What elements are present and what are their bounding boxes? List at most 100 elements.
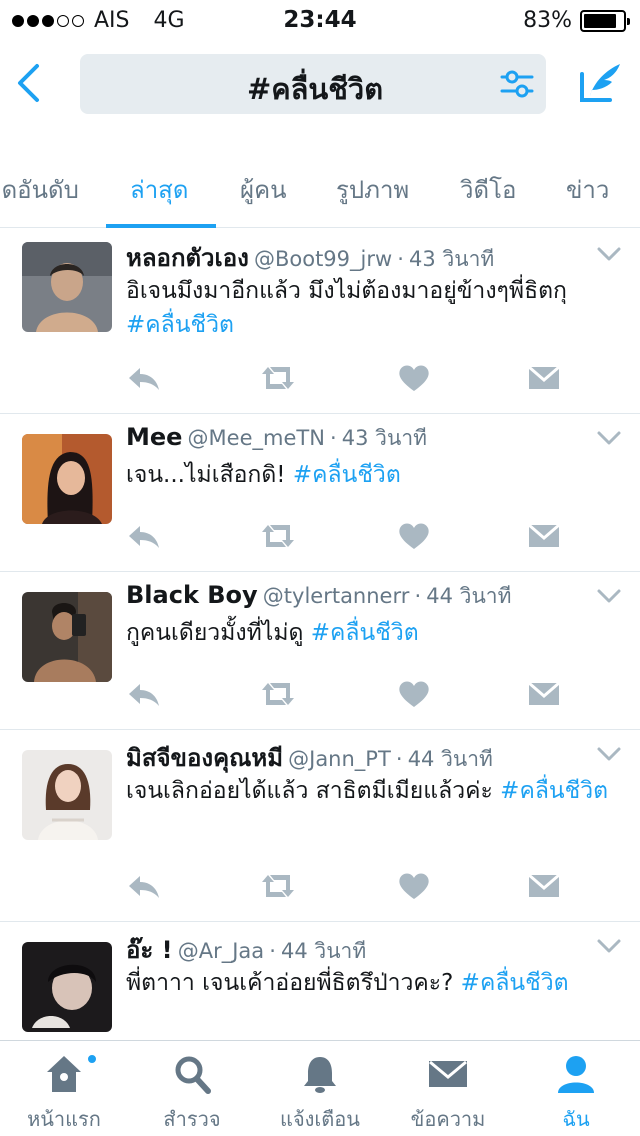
- tweet-header: Mee @Mee_meTN · 43 วินาที: [126, 422, 590, 455]
- meta-separator: ·: [330, 426, 337, 450]
- chevron-down-icon[interactable]: [596, 744, 622, 764]
- tab-me-label: ฉัน: [562, 1107, 590, 1131]
- like-icon[interactable]: [396, 362, 432, 394]
- display-name[interactable]: Mee: [126, 423, 182, 451]
- retweet-icon[interactable]: [260, 678, 296, 710]
- search-icon: [175, 1056, 211, 1094]
- tweet-body: เจนเลิกอ่อยได้แล้ว สาธิตมีเมียแล้วค่ะ: [126, 778, 501, 804]
- compose-tweet-button[interactable]: [576, 60, 624, 108]
- tab-explore[interactable]: สำรวจ: [128, 1041, 256, 1136]
- avatar[interactable]: [22, 592, 112, 682]
- tweet-header: หลอกตัวเอง @Boot99_jrw · 43 วินาที: [126, 238, 590, 277]
- reply-icon[interactable]: [126, 870, 162, 902]
- user-handle[interactable]: @Boot99_jrw: [254, 247, 392, 271]
- display-name[interactable]: มิสจีของคุณหมี: [126, 744, 283, 772]
- chevron-down-icon[interactable]: [596, 936, 622, 956]
- tweet-time: 44 วินาที: [426, 584, 512, 608]
- reply-icon[interactable]: [126, 678, 162, 710]
- tab-messages-label: ข้อความ: [410, 1107, 486, 1131]
- hashtag-link[interactable]: #คลื่นชีวิต: [461, 970, 569, 996]
- avatar[interactable]: [22, 242, 112, 332]
- like-icon[interactable]: [396, 870, 432, 902]
- tweet-header: อ๊ะ ! @Ar_Jaa · 44 วินาที: [126, 930, 590, 969]
- tab-videos[interactable]: วิดีโอ: [460, 170, 516, 209]
- reply-icon[interactable]: [126, 362, 162, 394]
- tab-photos[interactable]: รูปภาพ: [336, 170, 409, 209]
- search-tabs: ติดอันดับ ล่าสุด ผู้คน รูปภาพ วิดีโอ ข่า…: [0, 130, 640, 228]
- tweet-card[interactable]: มิสจีของคุณหมี @Jann_PT · 44 วินาที เจนเ…: [0, 730, 640, 922]
- tab-explore-label: สำรวจ: [163, 1107, 221, 1131]
- chevron-down-icon[interactable]: [596, 428, 622, 448]
- tab-top[interactable]: ติดอันดับ: [0, 170, 79, 209]
- avatar[interactable]: [22, 434, 112, 524]
- bottom-tab-bar: หน้าแรก สำรวจ แจ้งเตือน ข้อความ ฉัน: [0, 1040, 640, 1136]
- tweet-text: เจนเลิกอ่อยได้แล้ว สาธิตมีเมียแล้วค่ะ #ค…: [126, 774, 618, 808]
- meta-separator: ·: [414, 584, 422, 608]
- tweet-actions: [126, 362, 560, 396]
- tweet-actions: [126, 870, 560, 904]
- tweet-card[interactable]: Black Boy @tylertannerr · 44 วินาที กูคน…: [0, 572, 640, 730]
- hashtag-link[interactable]: #คลื่นชีวิต: [311, 620, 419, 646]
- tweet-card[interactable]: หลอกตัวเอง @Boot99_jrw · 43 วินาที อิเจน…: [0, 230, 640, 414]
- display-name[interactable]: อ๊ะ !: [126, 936, 173, 964]
- back-button[interactable]: [8, 58, 48, 108]
- tab-notifications[interactable]: แจ้งเตือน: [256, 1041, 384, 1136]
- tab-messages[interactable]: ข้อความ: [384, 1041, 512, 1136]
- retweet-icon[interactable]: [260, 520, 296, 552]
- search-query[interactable]: #คลื่นชีวิต: [80, 66, 480, 112]
- direct-message-icon[interactable]: [526, 362, 562, 394]
- user-handle[interactable]: @Mee_meTN: [188, 426, 325, 450]
- search-filter-button[interactable]: [500, 68, 534, 100]
- hashtag-link[interactable]: #คลื่นชีวิต: [500, 778, 608, 804]
- tab-home[interactable]: หน้าแรก: [0, 1041, 128, 1136]
- like-icon[interactable]: [396, 520, 432, 552]
- search-bar[interactable]: #คลื่นชีวิต: [80, 54, 546, 114]
- user-handle[interactable]: @Ar_Jaa: [178, 939, 264, 963]
- tab-news[interactable]: ข่าว: [566, 170, 609, 209]
- user-handle[interactable]: @Jann_PT: [288, 747, 391, 771]
- tab-people[interactable]: ผู้คน: [240, 170, 287, 209]
- home-notification-dot: [86, 1053, 98, 1065]
- retweet-icon[interactable]: [260, 870, 296, 902]
- search-header: #คลื่นชีวิต: [0, 40, 640, 130]
- battery-icon: [580, 9, 630, 32]
- avatar[interactable]: [22, 750, 112, 840]
- profile-icon: [558, 1056, 594, 1093]
- tab-me[interactable]: ฉัน: [512, 1041, 640, 1136]
- tweet-body: กูคนเดียวมั้งที่ไม่ดู: [126, 620, 311, 646]
- tweet-actions: [126, 678, 560, 712]
- tab-latest[interactable]: ล่าสุด: [130, 170, 188, 209]
- avatar[interactable]: [22, 942, 112, 1032]
- hashtag-link[interactable]: #คลื่นชีวิต: [126, 312, 234, 338]
- hashtag-link[interactable]: #คลื่นชีวิต: [293, 462, 401, 488]
- tweet-card[interactable]: อ๊ะ ! @Ar_Jaa · 44 วินาที พี่ตาาา เจนเค้…: [0, 922, 640, 1040]
- tweet-text: พี่ตาาา เจนเค้าอ่อยพี่ธิตรึป่าวคะ? #คลื่…: [126, 966, 618, 1000]
- direct-message-icon[interactable]: [526, 520, 562, 552]
- tab-home-label: หน้าแรก: [27, 1107, 101, 1131]
- reply-icon[interactable]: [126, 520, 162, 552]
- tweet-actions: [126, 520, 560, 554]
- chevron-down-icon[interactable]: [596, 586, 622, 606]
- back-arrow-icon: [18, 64, 39, 102]
- user-handle[interactable]: @tylertannerr: [263, 584, 410, 608]
- chevron-down-icon[interactable]: [596, 244, 622, 264]
- active-tab-indicator: [106, 224, 216, 228]
- tweet-body: เจน...ไม่เสือกดิ!: [126, 462, 293, 488]
- meta-separator: ·: [397, 247, 404, 271]
- tweet-time: 43 วินาที: [409, 247, 495, 271]
- like-icon[interactable]: [396, 678, 432, 710]
- tweet-card[interactable]: Mee @Mee_meTN · 43 วินาที เจน...ไม่เสือก…: [0, 414, 640, 572]
- meta-separator: ·: [395, 747, 403, 771]
- direct-message-icon[interactable]: [526, 678, 562, 710]
- tab-notifications-label: แจ้งเตือน: [280, 1107, 360, 1131]
- tweet-time: 44 วินาที: [407, 747, 493, 771]
- retweet-icon[interactable]: [260, 362, 296, 394]
- tweet-header: มิสจีของคุณหมี @Jann_PT · 44 วินาที: [126, 738, 590, 777]
- direct-message-icon[interactable]: [526, 870, 562, 902]
- tweet-text: กูคนเดียวมั้งที่ไม่ดู #คลื่นชีวิต: [126, 616, 618, 650]
- tweet-text: เจน...ไม่เสือกดิ! #คลื่นชีวิต: [126, 458, 618, 492]
- tweet-body: พี่ตาาา เจนเค้าอ่อยพี่ธิตรึป่าวคะ?: [126, 970, 461, 996]
- display-name[interactable]: Black Boy: [126, 581, 258, 609]
- compose-quill-icon: [580, 64, 620, 102]
- display-name[interactable]: หลอกตัวเอง: [126, 244, 249, 272]
